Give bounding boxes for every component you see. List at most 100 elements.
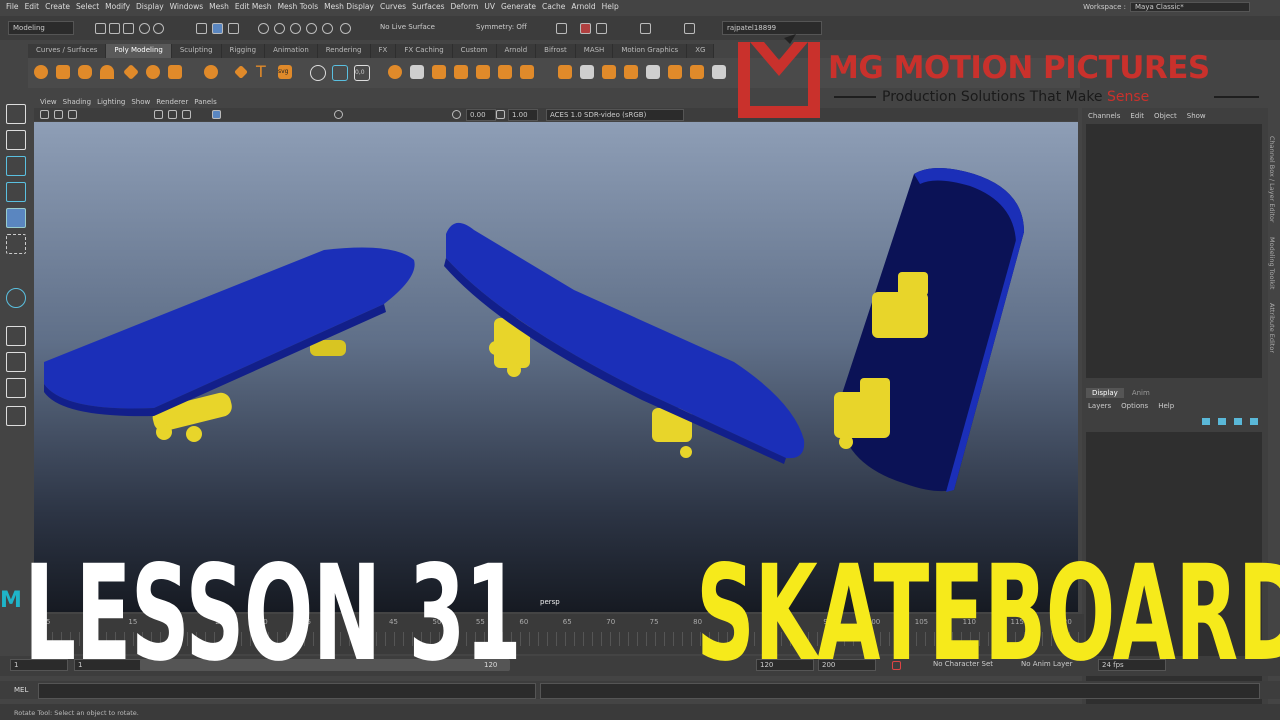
menu-arnold[interactable]: Arnold xyxy=(571,2,595,11)
counter-icon[interactable]: 0,0 xyxy=(354,65,370,81)
move-layer-down-icon[interactable] xyxy=(1250,418,1258,425)
viewport-menu-lighting[interactable]: Lighting xyxy=(97,98,125,106)
live-surface-field[interactable]: No Live Surface xyxy=(376,21,439,33)
symmetry-dropdown[interactable]: Symmetry: Off xyxy=(472,21,531,33)
viewport-menu-shading[interactable]: Shading xyxy=(63,98,91,106)
menu-curves[interactable]: Curves xyxy=(380,2,406,11)
menu-windows[interactable]: Windows xyxy=(170,2,203,11)
outliner-layout-icon[interactable] xyxy=(6,406,26,426)
layers-menu[interactable]: Layers xyxy=(1088,402,1111,410)
four-view-icon[interactable] xyxy=(6,352,26,372)
bookmark-icon[interactable] xyxy=(68,110,77,119)
snap-surface-icon[interactable] xyxy=(322,23,333,34)
paint-select-icon[interactable] xyxy=(6,156,26,176)
attribute-editor-side-tab[interactable]: Attribute Editor xyxy=(1268,303,1276,353)
platonic-solid-icon[interactable] xyxy=(204,65,218,79)
select-tool-icon[interactable] xyxy=(6,104,26,124)
menu-display[interactable]: Display xyxy=(136,2,164,11)
poly-cone-icon[interactable] xyxy=(100,65,114,79)
shelf-tab-custom[interactable]: Custom xyxy=(452,44,497,58)
move-tool-icon[interactable] xyxy=(6,182,26,202)
last-tool-icon[interactable] xyxy=(6,288,26,308)
viewport-menu-renderer[interactable]: Renderer xyxy=(156,98,188,106)
poke-icon[interactable] xyxy=(712,65,726,79)
reduce-icon[interactable] xyxy=(498,65,512,79)
extract-icon[interactable] xyxy=(432,65,446,79)
menu-deform[interactable]: Deform xyxy=(450,2,478,11)
new-scene-icon[interactable] xyxy=(95,23,106,34)
bevel-icon[interactable] xyxy=(602,65,616,79)
single-view-icon[interactable] xyxy=(6,326,26,346)
move-layer-up-icon[interactable] xyxy=(1234,418,1242,425)
poly-cube-icon[interactable] xyxy=(56,65,70,79)
redo-icon[interactable] xyxy=(153,23,164,34)
menu-select[interactable]: Select xyxy=(76,2,99,11)
skateboard-right[interactable] xyxy=(834,168,1024,492)
workspace-dropdown[interactable]: Maya Classic* xyxy=(1130,2,1250,12)
exposure-field[interactable]: 0.00 xyxy=(466,109,496,121)
menu-modify[interactable]: Modify xyxy=(105,2,130,11)
lock-camera-icon[interactable] xyxy=(54,110,63,119)
scale-tool-icon[interactable] xyxy=(6,234,26,254)
extrude-icon[interactable] xyxy=(558,65,572,79)
menu-edit-mesh[interactable]: Edit Mesh xyxy=(235,2,272,11)
menu-cache[interactable]: Cache xyxy=(542,2,565,11)
shelf-tab-curves-surfaces[interactable]: Curves / Surfaces xyxy=(28,44,107,58)
separate-icon[interactable] xyxy=(410,65,424,79)
wireframe-icon[interactable] xyxy=(168,110,177,119)
fill-hole-icon[interactable] xyxy=(646,65,660,79)
combine-icon[interactable] xyxy=(388,65,402,79)
make-hole-icon[interactable] xyxy=(668,65,682,79)
anim-layer-tab[interactable]: Anim xyxy=(1126,388,1156,398)
menu-mesh[interactable]: Mesh xyxy=(209,2,229,11)
snap-grid-icon[interactable] xyxy=(258,23,269,34)
menu-uv[interactable]: UV xyxy=(484,2,495,11)
snap-vertex-icon[interactable] xyxy=(340,23,351,34)
shelf-tab-arnold[interactable]: Arnold xyxy=(496,44,537,58)
undo-icon[interactable] xyxy=(139,23,150,34)
shelf-tab-rendering[interactable]: Rendering xyxy=(317,44,371,58)
wedge-icon[interactable] xyxy=(690,65,704,79)
boolean-icon[interactable] xyxy=(454,65,468,79)
shelf-tab-poly-modeling[interactable]: Poly Modeling xyxy=(106,44,172,58)
shelf-tab-rigging[interactable]: Rigging xyxy=(221,44,266,58)
shelf-tab-xgen[interactable]: XG xyxy=(687,44,715,58)
snap-point-icon[interactable] xyxy=(290,23,301,34)
colorspace-dropdown[interactable]: ACES 1.0 SDR-video (sRGB) xyxy=(546,109,684,121)
save-scene-icon[interactable] xyxy=(123,23,134,34)
svg-tool-icon[interactable]: svg xyxy=(278,65,292,79)
display-layer-tab[interactable]: Display xyxy=(1086,388,1124,398)
target-weld-icon[interactable] xyxy=(332,65,348,81)
poly-sphere-icon[interactable] xyxy=(34,65,48,79)
grid-icon[interactable] xyxy=(154,110,163,119)
bridge-icon[interactable] xyxy=(580,65,594,79)
mirror-icon[interactable] xyxy=(520,65,534,79)
help-menu[interactable]: Help xyxy=(1158,402,1174,410)
new-layer-icon[interactable] xyxy=(1202,418,1210,425)
append-icon[interactable] xyxy=(624,65,638,79)
select-hierarchy-icon[interactable] xyxy=(196,23,207,34)
poly-torus-icon[interactable] xyxy=(146,65,160,79)
shelf-tab-fx[interactable]: FX xyxy=(370,44,397,58)
menu-mesh-display[interactable]: Mesh Display xyxy=(324,2,374,11)
menu-help[interactable]: Help xyxy=(602,2,619,11)
rotate-tool-icon[interactable] xyxy=(6,208,26,228)
type-tool-icon[interactable]: T xyxy=(256,64,270,80)
snap-view-icon[interactable] xyxy=(306,23,317,34)
smooth-shade-icon[interactable] xyxy=(182,110,191,119)
multicut-icon[interactable] xyxy=(310,65,326,81)
viewport-menu-panels[interactable]: Panels xyxy=(194,98,217,106)
poly-disc-icon[interactable] xyxy=(168,65,182,79)
skateboard-left[interactable] xyxy=(44,247,415,442)
exposure-icon[interactable] xyxy=(452,110,461,119)
user-account-dropdown[interactable]: rajpatel18899 xyxy=(722,21,822,35)
render-settings-icon[interactable] xyxy=(684,23,695,34)
wireframe-on-shaded-icon[interactable] xyxy=(212,110,221,119)
menu-surfaces[interactable]: Surfaces xyxy=(412,2,444,11)
shelf-tab-sculpting[interactable]: Sculpting xyxy=(171,44,222,58)
render-frame-icon[interactable] xyxy=(596,23,607,34)
skateboard-middle[interactable] xyxy=(444,222,805,464)
hypershade-icon[interactable] xyxy=(640,23,651,34)
menu-generate[interactable]: Generate xyxy=(501,2,536,11)
gamma-icon[interactable] xyxy=(496,110,505,119)
